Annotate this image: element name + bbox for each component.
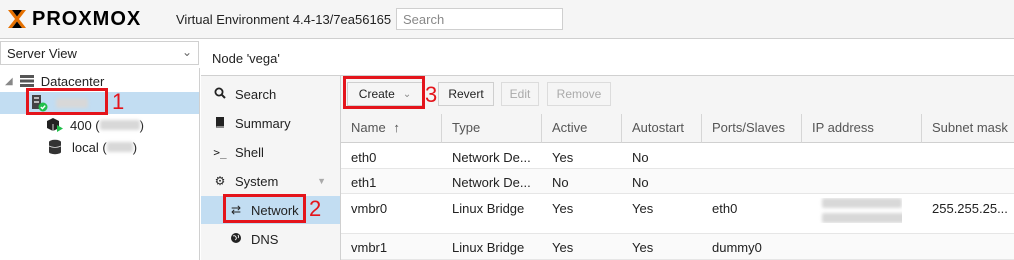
collapse-arrow-icon[interactable]: ▼ xyxy=(317,176,326,186)
nav-item-system[interactable]: ⚙ System ▼ xyxy=(201,167,340,195)
annotation-box-2 xyxy=(223,194,306,223)
node-header: Node 'vega' xyxy=(201,41,1014,76)
nav-label: Shell xyxy=(235,144,264,160)
gears-icon: ⚙ xyxy=(214,174,226,188)
redacted-vm-name xyxy=(99,120,140,130)
cell-type: Linux Bridge xyxy=(452,201,525,216)
column-label: Active xyxy=(552,120,588,135)
cell-type: Network De... xyxy=(452,150,531,165)
network-grid: Name ↑ Type Active Autostart Ports/Slave… xyxy=(341,114,1014,260)
column-header-autostart[interactable]: Autostart xyxy=(622,114,702,143)
annotation-box-3 xyxy=(343,76,425,109)
cell-name: eth0 xyxy=(351,150,377,165)
column-header-ports-slaves[interactable]: Ports/Slaves xyxy=(702,114,802,143)
nav-label: System xyxy=(235,173,279,189)
tree-item-suffix: ) xyxy=(139,117,144,133)
tree-item-label: Datacenter xyxy=(40,73,105,89)
redacted-storage-name xyxy=(106,142,133,152)
cell-active: Yes xyxy=(552,150,574,165)
remove-button[interactable]: Remove xyxy=(547,82,611,106)
cell-ports: eth0 xyxy=(712,201,738,216)
column-label: Ports/Slaves xyxy=(712,120,785,135)
tree-item-suffix: ) xyxy=(132,139,138,155)
table-row[interactable]: vmbr1 Linux Bridge Yes Yes dummy0 xyxy=(341,234,1014,260)
cell-name: eth1 xyxy=(351,175,377,190)
annotation-number-2: 2 xyxy=(309,196,322,221)
column-header-type[interactable]: Type xyxy=(442,114,542,143)
column-label: IP address xyxy=(812,120,874,135)
column-label: Name xyxy=(351,120,386,135)
revert-label: Revert xyxy=(448,87,484,101)
column-header-active[interactable]: Active xyxy=(542,114,622,143)
cell-subnet: 255.255.25... xyxy=(932,201,1008,216)
nav-label: Search xyxy=(235,86,277,102)
edit-label: Edit xyxy=(509,87,531,101)
search-input[interactable] xyxy=(396,8,563,30)
edit-button[interactable]: Edit xyxy=(501,82,539,106)
cell-name: vmbr1 xyxy=(351,240,388,255)
proxmox-logo[interactable]: PROXMOX xyxy=(6,7,141,31)
tree-item-vm-400[interactable]: 400 ( ) xyxy=(0,114,199,136)
tree-item-label: local ( xyxy=(72,139,107,155)
terminal-icon: >_ xyxy=(213,145,227,159)
column-label: Subnet mask xyxy=(932,120,1008,135)
tree-item-storage-local[interactable]: local ( ) xyxy=(0,136,199,158)
server-view-label: Server View xyxy=(7,46,77,61)
datacenter-icon xyxy=(19,75,34,87)
cell-active: No xyxy=(552,175,569,190)
node-nav: Search Summary >_ Shell ⚙ System ▼ ⇄ Net… xyxy=(201,76,341,260)
version-label: Virtual Environment 4.4-13/7ea56165 xyxy=(176,12,392,27)
vm-running-icon xyxy=(47,118,63,132)
search-icon xyxy=(211,87,229,102)
redacted-ip-address xyxy=(812,198,902,223)
cell-type: Network De... xyxy=(452,175,531,190)
cell-active: Yes xyxy=(552,201,574,216)
nav-label: Summary xyxy=(235,115,291,131)
server-view-select[interactable]: Server View ⌄ xyxy=(0,41,199,65)
brand-text: PROXMOX xyxy=(32,7,142,30)
nav-item-dns[interactable]: DNS xyxy=(201,225,340,253)
cell-autostart: No xyxy=(632,175,649,190)
cell-active: Yes xyxy=(552,240,574,255)
column-label: Autostart xyxy=(632,120,685,135)
remove-label: Remove xyxy=(556,87,602,101)
table-row[interactable]: eth0 Network De... Yes No xyxy=(341,144,1014,169)
nav-label: DNS xyxy=(251,231,279,247)
column-header-ip-address[interactable]: IP address xyxy=(802,114,922,143)
table-row[interactable]: vmbr0 Linux Bridge Yes Yes eth0 255.255.… xyxy=(341,194,1014,234)
column-header-name[interactable]: Name ↑ xyxy=(341,114,442,143)
cell-type: Linux Bridge xyxy=(452,240,525,255)
revert-button[interactable]: Revert xyxy=(438,82,494,106)
toolbar: Create ⌄ Revert Edit Remove xyxy=(341,76,1014,114)
top-bar: PROXMOX Virtual Environment 4.4-13/7ea56… xyxy=(0,0,1014,39)
annotation-box-1 xyxy=(26,88,108,115)
cell-autostart: No xyxy=(632,150,649,165)
globe-icon xyxy=(227,232,245,247)
cell-autostart: Yes xyxy=(632,240,654,255)
annotation-number-1: 1 xyxy=(112,89,125,114)
tree-item-label: 400 ( xyxy=(70,117,100,133)
chevron-down-icon: ⌄ xyxy=(181,45,192,59)
table-row[interactable]: eth1 Network De... No No xyxy=(341,169,1014,194)
book-icon xyxy=(211,116,229,131)
expander-icon[interactable]: ◢ xyxy=(5,76,13,87)
column-header-subnet-mask[interactable]: Subnet mask xyxy=(922,114,1014,143)
nav-item-summary[interactable]: Summary xyxy=(201,109,340,137)
sort-asc-icon: ↑ xyxy=(393,120,400,135)
proxmox-x-icon xyxy=(8,10,26,28)
storage-icon xyxy=(48,139,62,155)
cell-autostart: Yes xyxy=(632,201,654,216)
nav-item-shell[interactable]: >_ Shell xyxy=(201,138,340,166)
annotation-number-3: 3 xyxy=(425,82,438,107)
cell-ports: dummy0 xyxy=(712,240,762,255)
column-label: Type xyxy=(452,120,481,135)
page-title: Node 'vega' xyxy=(212,51,280,66)
nav-item-search[interactable]: Search xyxy=(201,80,340,108)
cell-name: vmbr0 xyxy=(351,201,388,216)
